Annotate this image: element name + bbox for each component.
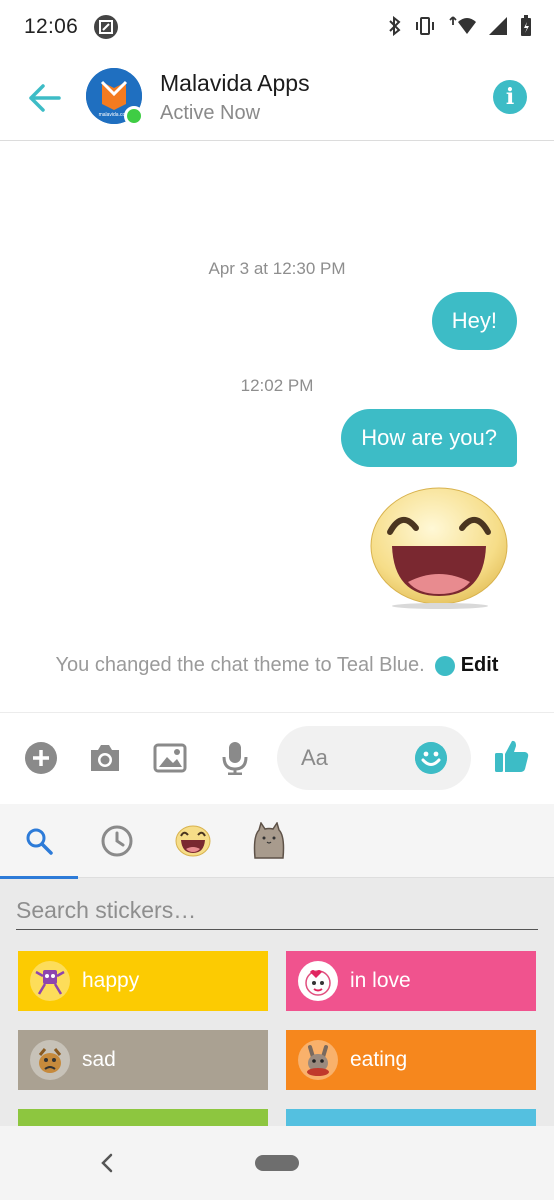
online-status-dot [124, 106, 144, 126]
search-icon [26, 828, 53, 855]
chat-header: malavida.com Malavida Apps Active Now i [0, 54, 554, 141]
eating-sticker-icon [298, 1040, 338, 1080]
category-label: eating [350, 1048, 408, 1071]
message-bubble-sent[interactable]: How are you? [341, 409, 517, 467]
message-bubble-sent[interactable]: Hey! [431, 292, 517, 350]
laughing-face-icon [175, 825, 211, 857]
laughing-face-sticker[interactable] [368, 484, 510, 610]
theme-edit-link[interactable]: Edit [461, 654, 499, 677]
sticker-search-input[interactable] [16, 892, 538, 929]
happy-sticker-icon [30, 961, 70, 1001]
emoji-icon[interactable] [415, 742, 447, 774]
sticker-category-sad[interactable]: sad [18, 1030, 268, 1090]
info-icon: i [505, 84, 515, 110]
in-love-sticker-icon [298, 961, 338, 1001]
thumbs-up-icon[interactable] [494, 738, 530, 774]
system-navigation-bar [0, 1126, 554, 1200]
gallery-button[interactable] [153, 741, 187, 775]
arrow-left-icon [29, 84, 61, 112]
camera-button[interactable] [88, 741, 122, 775]
contact-status: Active Now [160, 102, 261, 124]
microphone-icon [222, 742, 248, 775]
camera-icon [91, 745, 119, 771]
clock-icon [101, 825, 133, 857]
status-bar: 12:06 [0, 0, 554, 54]
chevron-left-icon [101, 1153, 113, 1173]
message-composer: Aa [0, 712, 554, 804]
sticker-category-partial[interactable] [286, 1109, 536, 1126]
cat-sticker-icon [253, 822, 285, 859]
back-button[interactable] [24, 78, 64, 118]
screenshot-notification-icon [94, 15, 119, 39]
wifi-icon [449, 16, 476, 34]
voice-button[interactable] [218, 741, 252, 775]
message-timestamp: 12:02 PM [240, 376, 314, 395]
category-label: in love [350, 969, 411, 992]
signal-icon [489, 17, 507, 35]
message-timestamp: Apr 3 at 12:30 PM [208, 259, 346, 278]
sticker-category-eating[interactable]: eating [286, 1030, 536, 1090]
battery-icon [521, 15, 531, 36]
system-home-pill[interactable] [255, 1155, 299, 1171]
sticker-category-partial[interactable] [18, 1109, 268, 1126]
info-button[interactable]: i [493, 80, 527, 114]
sticker-category-in-love[interactable]: in love [286, 951, 536, 1011]
contact-name[interactable]: Malavida Apps [160, 70, 310, 97]
theme-change-notice: You changed the chat theme to Teal Blue.… [0, 654, 554, 677]
sticker-panel: happy in love sad eating [0, 804, 554, 1126]
message-input-placeholder: Aa [301, 745, 328, 770]
sticker-search-field[interactable] [16, 892, 538, 930]
tab-laughing-face-pack[interactable] [154, 804, 232, 878]
tab-search[interactable] [0, 804, 78, 879]
tab-cat-pack[interactable] [230, 804, 308, 878]
category-label: happy [82, 969, 140, 992]
system-back-button[interactable] [94, 1150, 120, 1176]
bluetooth-icon [389, 16, 401, 36]
theme-color-dot [434, 655, 455, 676]
sticker-tabs [0, 804, 554, 879]
theme-change-text: You changed the chat theme to Teal Blue. [55, 654, 425, 676]
sad-sticker-icon [30, 1040, 70, 1080]
plus-circle-icon [25, 742, 57, 774]
image-icon [153, 743, 187, 773]
status-time: 12:06 [24, 15, 79, 38]
add-button[interactable] [24, 741, 58, 775]
sticker-category-happy[interactable]: happy [18, 951, 268, 1011]
vibrate-icon [416, 17, 434, 35]
message-input[interactable]: Aa [277, 726, 471, 790]
tab-recent[interactable] [78, 804, 156, 878]
category-label: sad [82, 1048, 116, 1071]
